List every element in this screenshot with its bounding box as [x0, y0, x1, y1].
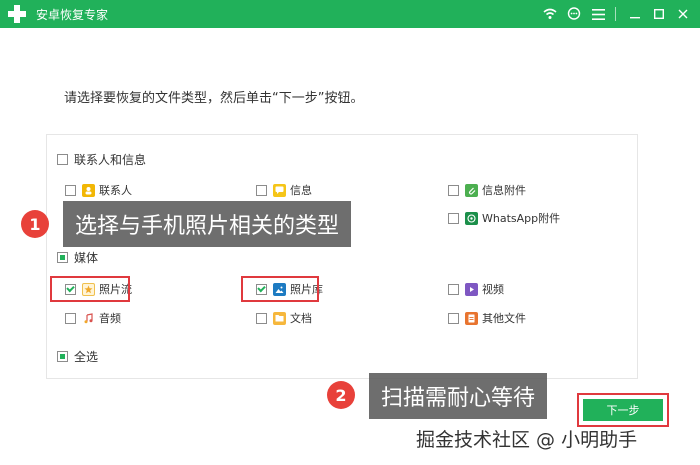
menu-icon[interactable]: [587, 3, 609, 25]
video-checkbox[interactable]: [448, 283, 459, 295]
select-all-checkbox[interactable]: [57, 350, 68, 362]
contacts-checkbox[interactable]: [65, 184, 76, 196]
option-message-attachments[interactable]: 信息附件: [448, 181, 526, 199]
highlight-photo-library: [241, 276, 319, 302]
group-label: 联系人和信息: [74, 152, 147, 167]
option-whatsapp-attachments[interactable]: WhatsApp附件: [448, 209, 560, 227]
option-video[interactable]: 视频: [448, 280, 504, 298]
callout-text-1: 选择与手机照片相关的类型: [63, 201, 352, 247]
group-label: 媒体: [74, 250, 99, 265]
documents-checkbox[interactable]: [256, 312, 267, 324]
option-label: 视频: [482, 283, 504, 296]
close-icon[interactable]: [672, 3, 694, 25]
callout-text-2: 扫描需耐心等待: [369, 373, 548, 419]
maximize-icon[interactable]: [648, 3, 670, 25]
highlight-photo-stream: [50, 276, 130, 302]
option-other-files[interactable]: 其他文件: [448, 309, 526, 327]
file-type-panel: 联系人和信息 联系人 信息 信息附件 WhatsApp附件 媒体 照片流 照片库…: [46, 134, 638, 379]
other-files-checkbox[interactable]: [448, 312, 459, 324]
option-label: WhatsApp附件: [482, 212, 561, 225]
group-media-checkbox[interactable]: [57, 251, 68, 263]
whatsapp-attachments-checkbox[interactable]: [448, 212, 459, 224]
option-label: 音频: [99, 312, 121, 325]
whatsapp-icon: [465, 211, 478, 225]
next-button[interactable]: 下一步: [583, 399, 663, 421]
message-icon: [273, 183, 286, 197]
option-label: 信息: [290, 184, 312, 197]
option-label: 联系人: [99, 184, 132, 197]
select-all-label: 全选: [74, 349, 99, 364]
minimize-icon[interactable]: [624, 3, 646, 25]
file-icon: [465, 311, 478, 325]
option-messages[interactable]: 信息: [256, 181, 312, 199]
contacts-icon: [82, 183, 95, 197]
option-label: 文档: [290, 312, 312, 325]
wifi-icon[interactable]: [539, 3, 561, 25]
chat-icon[interactable]: [563, 3, 585, 25]
titlebar-divider: [615, 7, 616, 21]
music-note-icon: [82, 311, 95, 325]
option-audio[interactable]: 音频: [65, 309, 121, 327]
group-contacts-checkbox[interactable]: [57, 153, 68, 165]
watermark-text: 掘金技术社区 @ 小明助手: [416, 429, 638, 451]
folder-icon: [273, 311, 286, 325]
option-documents[interactable]: 文档: [256, 309, 312, 327]
callout-badge-2: 2: [327, 381, 355, 409]
option-contacts[interactable]: 联系人: [65, 181, 132, 199]
app-title: 安卓恢复专家: [36, 7, 109, 22]
messages-checkbox[interactable]: [256, 184, 267, 196]
video-play-icon: [465, 282, 478, 296]
audio-checkbox[interactable]: [65, 312, 76, 324]
attachment-icon: [465, 183, 478, 197]
message-attachments-checkbox[interactable]: [448, 184, 459, 196]
instruction-text: 请选择要恢复的文件类型，然后单击“下一步”按钮。: [64, 91, 364, 106]
group-media[interactable]: 媒体: [57, 248, 98, 266]
select-all[interactable]: 全选: [57, 347, 98, 365]
window-controls: [537, 0, 694, 28]
option-label: 信息附件: [482, 184, 526, 197]
group-contacts-messages[interactable]: 联系人和信息: [57, 150, 146, 168]
option-label: 其他文件: [482, 312, 526, 325]
title-bar: 安卓恢复专家: [0, 0, 700, 28]
callout-badge-1: 1: [21, 210, 49, 238]
app-logo-icon: [6, 3, 28, 25]
